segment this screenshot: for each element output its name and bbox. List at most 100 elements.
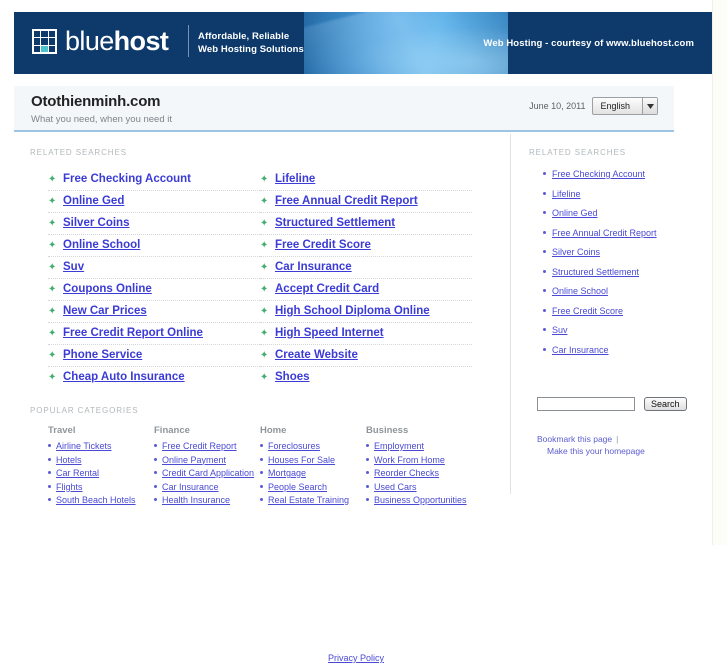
related-search-link[interactable]: Free Credit Report Online (63, 327, 203, 339)
sidebar-related-search-link[interactable]: Suv (552, 325, 568, 335)
category-link[interactable]: People Search (268, 482, 327, 492)
related-search-link[interactable]: Silver Coins (63, 217, 129, 229)
list-item[interactable]: ✦ Coupons Online (48, 279, 260, 301)
related-search-link[interactable]: Phone Service (63, 349, 142, 361)
bookmark-page-link[interactable]: Bookmark this page (537, 434, 612, 444)
sidebar-related-search-link[interactable]: Lifeline (552, 189, 581, 199)
list-item[interactable]: Car Insurance (154, 482, 260, 492)
category-link[interactable]: Houses For Sale (268, 455, 335, 465)
list-item[interactable]: Online Payment (154, 455, 260, 465)
list-item[interactable]: Structured Settlement (543, 267, 695, 277)
list-item[interactable]: ✦ Free Checking Account (48, 169, 260, 191)
list-item[interactable]: Mortgage (260, 468, 366, 478)
list-item[interactable]: Flights (48, 482, 154, 492)
related-search-link[interactable]: Suv (63, 261, 84, 273)
list-item[interactable]: ✦ High School Diploma Online (260, 301, 472, 323)
sidebar-related-search-link[interactable]: Free Credit Score (552, 306, 623, 316)
list-item[interactable]: South Beach Hotels (48, 495, 154, 505)
list-item[interactable]: Health Insurance (154, 495, 260, 505)
category-link[interactable]: Employment (374, 441, 424, 451)
category-link[interactable]: South Beach Hotels (56, 495, 136, 505)
list-item[interactable]: ✦ Free Annual Credit Report (260, 191, 472, 213)
list-item[interactable]: Business Opportunities (366, 495, 472, 505)
list-item[interactable]: ✦ New Car Prices (48, 301, 260, 323)
list-item[interactable]: Airline Tickets (48, 441, 154, 451)
related-search-link[interactable]: Free Checking Account (63, 173, 191, 185)
list-item[interactable]: Free Checking Account (543, 169, 695, 179)
related-search-link[interactable]: Coupons Online (63, 283, 152, 295)
list-item[interactable]: ✦ Free Credit Score (260, 235, 472, 257)
related-search-link[interactable]: High Speed Internet (275, 327, 384, 339)
list-item[interactable]: ✦ Suv (48, 257, 260, 279)
category-link[interactable]: Real Estate Training (268, 495, 349, 505)
list-item[interactable]: ✦ Structured Settlement (260, 213, 472, 235)
list-item[interactable]: ✦ Free Credit Report Online (48, 323, 260, 345)
sidebar-related-search-link[interactable]: Free Checking Account (552, 169, 645, 179)
list-item[interactable]: ✦ Accept Credit Card (260, 279, 472, 301)
related-search-link[interactable]: New Car Prices (63, 305, 147, 317)
category-link[interactable]: Credit Card Application (162, 468, 254, 478)
list-item[interactable]: Suv (543, 325, 695, 335)
sidebar-related-search-link[interactable]: Structured Settlement (552, 267, 639, 277)
related-search-link[interactable]: Cheap Auto Insurance (63, 371, 185, 383)
list-item[interactable]: Hotels (48, 455, 154, 465)
list-item[interactable]: Silver Coins (543, 247, 695, 257)
chevron-down-icon[interactable] (642, 98, 657, 114)
category-link[interactable]: Online Payment (162, 455, 226, 465)
sidebar-related-search-link[interactable]: Free Annual Credit Report (552, 228, 657, 238)
list-item[interactable]: Online Ged (543, 208, 695, 218)
list-item[interactable]: Lifeline (543, 189, 695, 199)
related-search-link[interactable]: Structured Settlement (275, 217, 395, 229)
list-item[interactable]: Credit Card Application (154, 468, 260, 478)
related-search-link[interactable]: Lifeline (275, 173, 315, 185)
list-item[interactable]: Used Cars (366, 482, 472, 492)
search-button[interactable]: Search (644, 396, 687, 411)
list-item[interactable]: ✦ Create Website (260, 345, 472, 367)
category-link[interactable]: Airline Tickets (56, 441, 112, 451)
category-link[interactable]: Car Insurance (162, 482, 219, 492)
list-item[interactable]: Employment (366, 441, 472, 451)
sidebar-related-search-link[interactable]: Online Ged (552, 208, 598, 218)
list-item[interactable]: Work From Home (366, 455, 472, 465)
make-homepage-link[interactable]: Make this your homepage (547, 446, 645, 456)
category-link[interactable]: Free Credit Report (162, 441, 237, 451)
list-item[interactable]: Free Credit Score (543, 306, 695, 316)
list-item[interactable]: Real Estate Training (260, 495, 366, 505)
list-item[interactable]: Free Credit Report (154, 441, 260, 451)
list-item[interactable]: ✦ Cheap Auto Insurance (48, 367, 260, 388)
list-item[interactable]: ✦ Lifeline (260, 169, 472, 191)
related-search-link[interactable]: Online School (63, 239, 140, 251)
category-link[interactable]: Flights (56, 482, 83, 492)
list-item[interactable]: Car Insurance (543, 345, 695, 355)
list-item[interactable]: ✦ Online School (48, 235, 260, 257)
list-item[interactable]: Free Annual Credit Report (543, 228, 695, 238)
list-item[interactable]: Reorder Checks (366, 468, 472, 478)
related-search-link[interactable]: Accept Credit Card (275, 283, 379, 295)
category-link[interactable]: Hotels (56, 455, 82, 465)
related-search-link[interactable]: Free Credit Score (275, 239, 371, 251)
category-link[interactable]: Mortgage (268, 468, 306, 478)
list-item[interactable]: ✦ High Speed Internet (260, 323, 472, 345)
privacy-policy-link[interactable]: Privacy Policy (328, 653, 384, 663)
category-link[interactable]: Foreclosures (268, 441, 320, 451)
list-item[interactable]: ✦ Shoes (260, 367, 472, 388)
language-select[interactable]: English (592, 97, 658, 115)
list-item[interactable]: Houses For Sale (260, 455, 366, 465)
bluehost-logo[interactable]: bluehost (32, 28, 169, 55)
related-search-link[interactable]: Car Insurance (275, 261, 352, 273)
related-search-link[interactable]: Online Ged (63, 195, 124, 207)
list-item[interactable]: People Search (260, 482, 366, 492)
search-input[interactable] (537, 396, 635, 411)
list-item[interactable]: ✦ Car Insurance (260, 257, 472, 279)
category-link[interactable]: Car Rental (56, 468, 99, 478)
category-link[interactable]: Used Cars (374, 482, 417, 492)
sidebar-related-search-link[interactable]: Silver Coins (552, 247, 600, 257)
related-search-link[interactable]: Shoes (275, 371, 310, 383)
related-search-link[interactable]: Free Annual Credit Report (275, 195, 418, 207)
sidebar-related-search-link[interactable]: Car Insurance (552, 345, 609, 355)
sidebar-related-search-link[interactable]: Online School (552, 286, 608, 296)
related-search-link[interactable]: Create Website (275, 349, 358, 361)
category-link[interactable]: Business Opportunities (374, 495, 467, 505)
list-item[interactable]: ✦ Online Ged (48, 191, 260, 213)
list-item[interactable]: Online School (543, 286, 695, 296)
